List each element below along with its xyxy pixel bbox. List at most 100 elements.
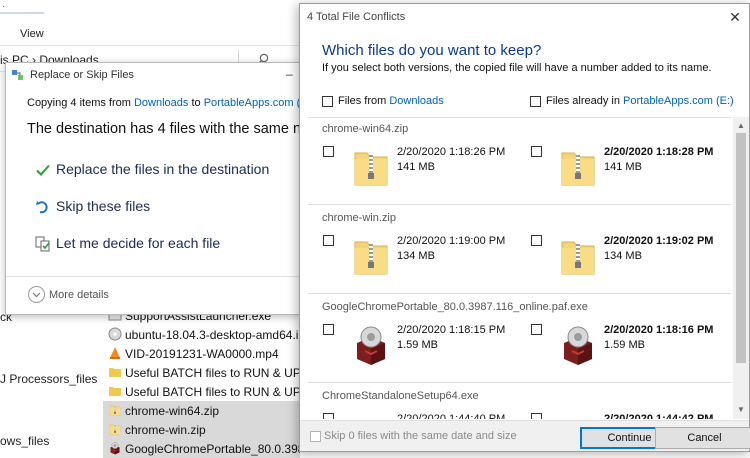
destination-date: 2/20/2020 1:18:16 PM — [604, 324, 714, 336]
file-row[interactable]: VID-20191231-WA0000.mp4 — [103, 344, 300, 363]
file-name: chrome-win.zip — [125, 423, 206, 437]
copy-files-icon — [12, 70, 24, 81]
conflict-headline: The destination has 4 files with the sam… — [27, 121, 302, 137]
conflict-question: Which files do you want to keep? — [322, 42, 542, 59]
portable-exe-icon[interactable] — [351, 323, 391, 367]
source-date: 2/20/2020 1:18:26 PM — [397, 146, 506, 158]
destination-size: 1.59 MB — [604, 339, 645, 351]
keep-source-checkbox[interactable] — [323, 235, 334, 246]
installer-icon[interactable] — [558, 412, 598, 419]
keep-source-checkbox[interactable] — [323, 324, 334, 335]
source-link[interactable]: Downloads — [134, 97, 188, 109]
destination-link[interactable]: PortableApps.com (E:) — [204, 97, 315, 109]
file-row[interactable]: chrome-win.zip — [103, 420, 300, 439]
file-row[interactable]: GoogleChromePortable_80.0.3987.116 — [103, 439, 300, 458]
keep-destination-checkbox[interactable] — [531, 413, 542, 419]
file-conflicts-dialog: 4 Total File Conflicts ✕ Which files do … — [299, 3, 750, 452]
conflict-file-name: GoogleChromePortable_80.0.3987.116_onlin… — [322, 301, 588, 313]
decide-each-file-label: Let me decide for each file — [56, 235, 221, 251]
scroll-up-icon[interactable]: ▲ — [737, 121, 745, 130]
more-details-label: More details — [49, 289, 109, 301]
checkbox[interactable] — [530, 96, 541, 107]
source-size: 141 MB — [397, 161, 435, 173]
minimize-button[interactable]: – — [286, 67, 300, 81]
file-name: Useful BATCH files to RUN & UPLOAD — [125, 385, 300, 399]
destination-date: 2/20/2020 1:18:28 PM — [604, 146, 714, 158]
portable-exe-icon — [108, 441, 122, 455]
file-row[interactable]: chrome-win64.zip — [103, 401, 300, 420]
skip-arrow-icon — [35, 199, 51, 215]
dialog-title: Replace or Skip Files — [30, 69, 134, 81]
conflict-file-name: chrome-win.zip — [322, 212, 396, 224]
keep-source-checkbox[interactable] — [323, 413, 334, 419]
divider — [6, 276, 300, 277]
checkmark-icon — [35, 162, 51, 178]
file-row[interactable]: ubuntu-18.04.3-desktop-amd64.iso — [103, 325, 300, 344]
conflict-subtitle: If you select both versions, the copied … — [322, 62, 712, 74]
dialog-title: 4 Total File Conflicts — [307, 11, 406, 23]
skip-same-files-label: Skip 0 files with the same date and size — [324, 430, 517, 442]
replace-files-label: Replace the files in the destination — [56, 161, 270, 177]
zip-folder-icon — [108, 422, 122, 436]
source-size: 134 MB — [397, 250, 435, 262]
file-row[interactable]: Useful BATCH files to RUN & UPLOAD — [103, 363, 300, 382]
copy-prefix: Copying 4 items from — [27, 97, 134, 109]
source-date: 2/20/2020 1:44:40 PM — [397, 413, 506, 419]
source-size: 1.59 MB — [397, 339, 438, 351]
checkbox[interactable] — [310, 431, 321, 442]
file-name: GoogleChromePortable_80.0.3987.116 — [125, 442, 300, 456]
copy-summary: Copying 4 items from Downloads to Portab… — [27, 97, 314, 109]
conflict-list: chrome-win64.zip 2/20/2020 1:18:26 PM 141 … — [308, 117, 731, 419]
scroll-thumb[interactable] — [736, 133, 746, 363]
checkbox[interactable] — [322, 96, 333, 107]
nav-item[interactable]: J Processors_files — [0, 372, 97, 386]
folder-icon — [108, 384, 122, 398]
source-link[interactable]: Downloads — [389, 95, 443, 107]
zip-folder-icon[interactable] — [351, 234, 391, 278]
installer-icon[interactable] — [351, 412, 391, 419]
destination-header-prefix: Files already in — [546, 95, 624, 107]
cancel-button[interactable]: Cancel — [655, 427, 750, 449]
keep-destination-checkbox[interactable] — [531, 146, 542, 157]
nav-item[interactable]: ows_files — [0, 434, 49, 448]
dialog-footer: Skip 0 files with the same date and size… — [300, 420, 750, 451]
conflict-group: chrome-win64.zip 2/20/2020 1:18:26 PM 141 … — [308, 117, 731, 205]
compare-files-icon — [35, 236, 51, 252]
conflict-list-scrollbar[interactable]: ▲ ▼ — [733, 117, 749, 419]
source-header-label: Files from Downloads — [338, 95, 444, 107]
conflict-file-name: ChromeStandaloneSetup64.exe — [322, 390, 479, 402]
source-date: 2/20/2020 1:18:15 PM — [397, 324, 506, 336]
file-name: chrome-win64.zip — [125, 404, 220, 418]
conflict-group: ChromeStandaloneSetup64.exe 2/20/2020 1:4… — [308, 384, 731, 419]
replace-or-skip-dialog: Replace or Skip Files – Copying 4 items … — [5, 62, 314, 315]
tab-view[interactable]: View — [20, 28, 44, 40]
close-button[interactable]: ✕ — [724, 7, 746, 27]
destination-size: 141 MB — [604, 161, 642, 173]
keep-source-checkbox[interactable] — [323, 146, 334, 157]
keep-destination-checkbox[interactable] — [531, 324, 542, 335]
destination-link[interactable]: PortableApps.com (E:) — [623, 95, 734, 107]
file-row[interactable]: Useful BATCH files to RUN & UPLOAD — [103, 382, 300, 401]
zip-folder-icon[interactable] — [558, 234, 598, 278]
file-name: ubuntu-18.04.3-desktop-amd64.iso — [125, 328, 300, 342]
keep-destination-checkbox[interactable] — [531, 235, 542, 246]
file-name: VID-20191231-WA0000.mp4 — [125, 347, 279, 361]
destination-size: 134 MB — [604, 250, 642, 262]
zip-folder-icon[interactable] — [351, 145, 391, 189]
destination-date: 2/20/2020 1:44:42 PM — [604, 413, 714, 419]
skip-files-label: Skip these files — [56, 198, 151, 214]
zip-folder-icon[interactable] — [558, 145, 598, 189]
close-icon: ✕ — [729, 9, 741, 25]
conflict-group: GoogleChromePortable_80.0.3987.116_onlin… — [308, 295, 731, 383]
conflict-group: chrome-win.zip 2/20/2020 1:19:00 PM 134 MB… — [308, 206, 731, 294]
portable-exe-icon[interactable] — [558, 323, 598, 367]
conflict-file-name: chrome-win64.zip — [322, 123, 409, 135]
scroll-down-icon[interactable]: ▼ — [737, 405, 745, 414]
vlc-icon — [108, 346, 122, 360]
to-word: to — [188, 97, 204, 109]
file-name: Useful BATCH files to RUN & UPLOAD — [125, 366, 300, 380]
chevron-down-icon — [28, 286, 45, 303]
zip-folder-icon — [108, 403, 122, 417]
folder-icon — [108, 365, 122, 379]
ribbon-tab-active[interactable]: · — [0, 0, 44, 14]
